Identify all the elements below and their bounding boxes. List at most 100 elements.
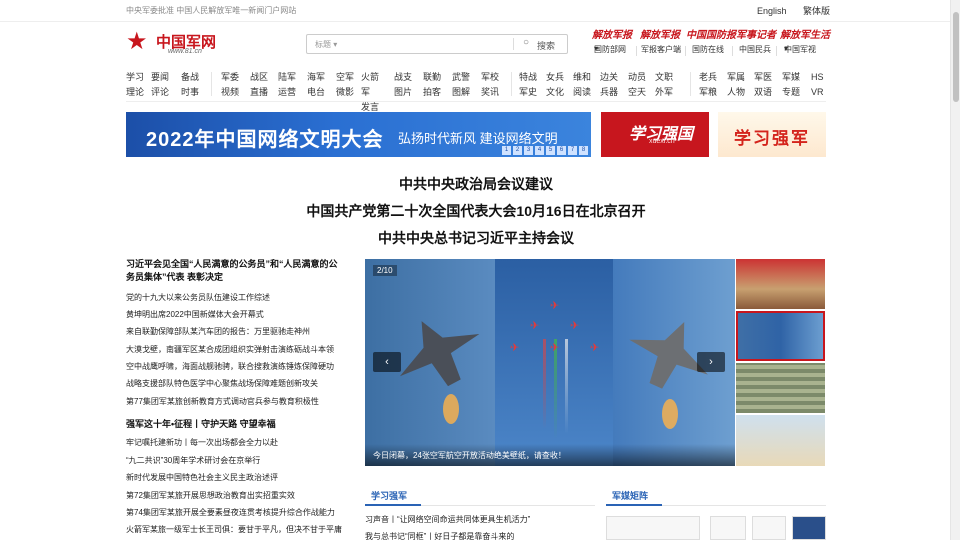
thumbnail-3[interactable] xyxy=(736,363,825,413)
banner-page-2[interactable]: 2 xyxy=(513,146,522,155)
section-title[interactable]: 军媒矩阵 xyxy=(612,489,648,502)
nav-link[interactable]: 学习 xyxy=(126,70,148,85)
search-button[interactable]: 搜索 xyxy=(537,39,555,52)
section-title[interactable]: 学习强军 xyxy=(371,489,407,502)
study-item[interactable]: 我与总书记“同框”丨好日子都是靠奋斗来的 xyxy=(365,531,514,540)
carousel-prev-button[interactable]: ‹ xyxy=(373,352,401,372)
nav-link[interactable]: 直播 xyxy=(250,85,272,100)
banner-xuexi[interactable]: 学习强国 xuexi.cn xyxy=(601,112,709,157)
news-item[interactable]: 空中战鹰呼啸，海面战舰驰骋，联合搜救演练锤炼保障硬功 xyxy=(126,361,344,372)
nav-link[interactable]: 战区 xyxy=(250,70,272,85)
nav-link[interactable]: 图片 xyxy=(394,85,416,100)
magazine-thumbnail[interactable] xyxy=(792,516,826,540)
news-item[interactable]: 党的十九大以来公务员队伍建设工作综述 xyxy=(126,292,344,303)
nav-link[interactable]: 老兵 xyxy=(699,70,721,85)
banner-page-6[interactable]: 6 xyxy=(557,146,566,155)
newspaper-thumbnail[interactable] xyxy=(606,516,700,540)
page-scrollbar[interactable] xyxy=(950,0,960,540)
link-defense-online[interactable]: 国防在线 xyxy=(692,44,724,55)
banner-page-5[interactable]: 5 xyxy=(546,146,555,155)
headline-2[interactable]: 中国共产党第二十次全国代表大会10月16日在北京召开 xyxy=(126,201,826,221)
nav-link[interactable]: 联勤 xyxy=(423,70,445,85)
carousel-next-button[interactable]: › xyxy=(697,352,725,372)
newspaper-thumbnail[interactable] xyxy=(752,516,786,540)
masthead-4[interactable]: 军事记者 xyxy=(736,26,776,41)
nav-link[interactable]: 军委 xyxy=(221,70,243,85)
nav-link[interactable]: HS xyxy=(811,70,833,85)
banner-page-3[interactable]: 3 xyxy=(524,146,533,155)
nav-link[interactable]: 军医 xyxy=(754,70,776,85)
nav-link[interactable]: 空军 xyxy=(336,70,358,85)
search-icon[interactable]: ○ xyxy=(523,37,529,48)
news-item[interactable]: 大漠戈壁，南疆军区某合成团组织实弹射击演练砺战斗本领 xyxy=(126,344,344,355)
site-logo[interactable]: ★ 中国军网 www.81.cn xyxy=(126,28,226,60)
nav-link[interactable]: 微影 xyxy=(336,85,358,100)
masthead-5[interactable]: 解放军生活 xyxy=(780,26,830,41)
carousel-caption[interactable]: 今日闭幕，24张空军航空开放活动绝美壁纸，请查收！ xyxy=(365,444,735,466)
masthead-2[interactable]: 解放军报 xyxy=(640,26,680,41)
nav-link[interactable]: 奖讯 xyxy=(481,85,503,100)
banner-qiangjun[interactable]: 学习强军 xyxy=(718,112,826,157)
thumbnail-1[interactable] xyxy=(736,259,825,309)
nav-link[interactable]: 电台 xyxy=(307,85,329,100)
nav-link[interactable]: 双语 xyxy=(754,85,776,100)
nav-link[interactable]: 备战 xyxy=(181,70,203,85)
scrollbar-thumb[interactable] xyxy=(953,12,959,102)
nav-link[interactable]: 维和 xyxy=(573,70,595,85)
news-item[interactable]: 第77集团军某旅创新教育方式调动官兵参与教育积极性 xyxy=(126,396,344,407)
nav-link[interactable]: 战支 xyxy=(394,70,416,85)
photo-carousel[interactable]: ✈ ✈ ✈ ✈ ✈ ✈ 2/10 ‹ › 今日闭幕，24张空军航空开放活动绝美壁… xyxy=(365,259,735,466)
news-item[interactable]: 第74集团军某旅开展全要素昼夜连贯考核提升综合作战能力 xyxy=(126,507,344,518)
nav-link[interactable]: 人物 xyxy=(727,85,749,100)
nav-link[interactable]: 军史 xyxy=(519,85,541,100)
nav-link[interactable]: 军校 xyxy=(481,70,503,85)
nav-link[interactable]: 特战 xyxy=(519,70,541,85)
nav-link[interactable]: 兵器 xyxy=(600,85,622,100)
nav-link[interactable]: 武警 xyxy=(452,70,474,85)
news-item[interactable]: 新时代发展中国特色社会主义民主政治述评 xyxy=(126,472,344,483)
newspaper-thumbnail[interactable] xyxy=(710,516,746,540)
nav-link[interactable]: 图解 xyxy=(452,85,474,100)
nav-link[interactable]: 要闻 xyxy=(151,70,173,85)
banner-page-7[interactable]: 7 xyxy=(568,146,577,155)
nav-link[interactable]: 火箭军 xyxy=(361,70,383,100)
banner-page-4[interactable]: 4 xyxy=(535,146,544,155)
nav-link[interactable]: 女兵 xyxy=(546,70,568,85)
banner-network-civilization[interactable]: 2022年中国网络文明大会 弘扬时代新风 建设网络文明 12345678 xyxy=(126,112,591,157)
nav-link[interactable]: 运营 xyxy=(278,85,300,100)
thumbnail-2-active[interactable] xyxy=(736,311,825,361)
nav-link[interactable]: 动员 xyxy=(628,70,650,85)
news-item[interactable]: 战略支援部队特色医学中心聚焦战场保障难题创新攻关 xyxy=(126,378,344,389)
banner-page-1[interactable]: 1 xyxy=(502,146,511,155)
nav-link[interactable]: 外军 xyxy=(655,85,677,100)
news-item[interactable]: 来自联勤保障部队某汽车团的报告：万里驱驰走神州 xyxy=(126,326,344,337)
masthead-3[interactable]: 中国国防报 xyxy=(686,26,736,41)
nav-link[interactable]: 边关 xyxy=(600,70,622,85)
nav-link[interactable]: 军媒 xyxy=(782,70,804,85)
nav-link[interactable]: 视频 xyxy=(221,85,243,100)
nav-link[interactable]: 空天 xyxy=(628,85,650,100)
thumbnail-4[interactable] xyxy=(736,415,825,466)
nav-link[interactable]: 专题 xyxy=(782,85,804,100)
nav-link[interactable]: 军属 xyxy=(727,70,749,85)
headline-3[interactable]: 中共中央总书记习近平主持会议 xyxy=(126,228,826,248)
nav-link[interactable]: VR xyxy=(811,85,833,100)
nav-link[interactable]: 拍客 xyxy=(423,85,445,100)
link-app[interactable]: 军报客户端 xyxy=(641,44,681,55)
lead-news[interactable]: 习近平会见全国“人民满意的公务员”和“人民满意的公务员集体”代表 表彰决定 xyxy=(126,258,344,284)
nav-link[interactable]: 阅读 xyxy=(573,85,595,100)
nav-link[interactable]: 海军 xyxy=(307,70,329,85)
nav-link[interactable]: 时事 xyxy=(181,85,203,100)
traditional-chinese-link[interactable]: 繁体版 xyxy=(803,6,830,16)
lead-news-2[interactable]: 强军这十年•征程丨守护天路 守望幸福 xyxy=(126,418,344,431)
news-item[interactable]: 第72集团军某旅开展思想政治教育出实招重实效 xyxy=(126,490,344,501)
nav-link[interactable]: 文化 xyxy=(546,85,568,100)
headline-1[interactable]: 中共中央政治局会议建议 xyxy=(126,174,826,194)
search-scope-select[interactable]: 标题 ▾ xyxy=(315,39,337,50)
banner-page-8[interactable]: 8 xyxy=(579,146,588,155)
nav-link[interactable]: 理论 xyxy=(126,85,148,100)
masthead-1[interactable]: 解放军报 xyxy=(592,26,632,41)
news-item[interactable]: 黄坤明出席2022中国新媒体大会开幕式 xyxy=(126,309,344,320)
study-item[interactable]: 习声音丨“让网络空间命运共同体更具生机活力” xyxy=(365,514,530,525)
nav-link[interactable]: 陆军 xyxy=(278,70,300,85)
